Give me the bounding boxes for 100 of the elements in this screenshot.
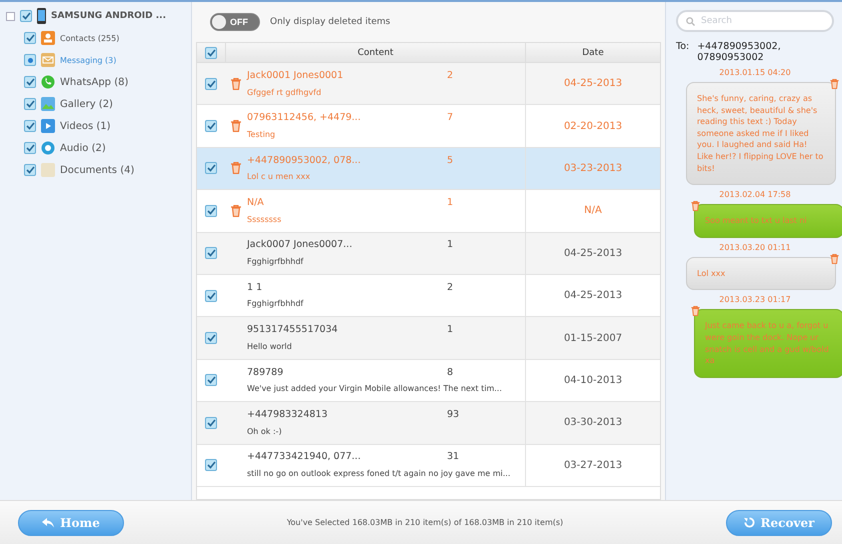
landscape-icon: [41, 97, 55, 111]
contact-name: 07963112456, +4479...: [247, 112, 362, 124]
message-time: 2013.02.04 17:58: [718, 190, 792, 200]
message-count: 5: [447, 154, 454, 166]
music-disc-icon: [41, 141, 55, 155]
back-arrow-icon: [42, 518, 54, 528]
contact-name: Jack0007 Jones0007...: [247, 239, 354, 250]
checkbox[interactable]: [205, 332, 217, 344]
search-icon: [686, 16, 695, 26]
checkbox[interactable]: [205, 290, 217, 302]
message-count: 7: [447, 112, 454, 124]
selection-status: You've Selected 168.03MB in 210 item(s) of 168.03MB in 210 item(s): [286, 518, 564, 527]
message-preview: Hello world: [247, 342, 292, 351]
date-cell: 04-25-2013: [525, 274, 660, 316]
play-icon: [41, 119, 55, 133]
message-count: 2: [447, 282, 454, 293]
message-time: 2013.01.15 04:20: [718, 68, 792, 77]
checkbox[interactable]: [205, 204, 217, 217]
checkbox[interactable]: [24, 32, 36, 44]
category-item[interactable]: Audio (2): [60, 142, 106, 154]
person-icon: [41, 31, 55, 45]
date-cell: N/A: [525, 190, 660, 232]
date-cell: 03-30-2013: [525, 402, 660, 444]
contact-name: +447983324813: [247, 408, 328, 420]
message-preview: Lol c u men xxx: [247, 172, 310, 182]
message-preview: Gfggef rt gdfhgvfd: [247, 88, 322, 97]
message-preview: Fgghigrfbhhdf: [247, 257, 304, 266]
date-cell: 04-25-2013: [525, 232, 660, 274]
message-count: 2: [447, 70, 454, 81]
message-time: 2013.03.20 01:11: [718, 242, 792, 252]
category-item[interactable]: Gallery (2): [60, 98, 113, 110]
message-count: 1: [447, 197, 454, 208]
message-time: 2013.03.23 01:17: [718, 295, 792, 304]
envelope-icon: [41, 53, 55, 67]
checkbox[interactable]: [205, 120, 217, 132]
message-bubble: Just came back to u a, forgot u were goin the dock. Nope ur snatch is cell and a gud w/bold xa: [694, 309, 842, 378]
date-cell: 02-20-2013: [525, 105, 660, 147]
table-row[interactable]: +447733421940, 077... 31 still no go on outlook express foned t/t again no joy gave me mi... 03-27-2013: [197, 444, 660, 487]
contact-name: N/A: [247, 197, 265, 208]
date-cell: 04-10-2013: [525, 360, 660, 402]
collapse-toggle[interactable]: [6, 12, 15, 20]
table-row[interactable]: +447983324813 93 Oh ok :-) 03-30-2013: [197, 402, 660, 445]
device-label[interactable]: SAMSUNG ANDROID ...: [51, 11, 166, 21]
message-count: 1: [447, 239, 454, 250]
category-item[interactable]: Documents (4): [60, 164, 134, 176]
message-count: 8: [447, 366, 454, 378]
message-preview: still no go on outlook express foned t/t again no joy gave me mi...: [247, 469, 510, 478]
contact-name: +447733421940, 077...: [247, 451, 362, 462]
category-item[interactable]: Contacts (255): [60, 34, 120, 42]
table-row[interactable]: 1 1 2 Fgghigrfbhhdf 04-25-2013: [197, 274, 660, 318]
table-row[interactable]: 789789 8 We've just added your Virgin Mobile allowances! The next tim... 04-10-2013: [197, 360, 660, 402]
smartphone-icon: [37, 8, 46, 24]
date-cell: 01-15-2007: [525, 317, 660, 359]
date-cell: 04-25-2013: [525, 63, 660, 104]
trash-icon: [231, 204, 241, 217]
trash-icon: [231, 162, 241, 174]
checkbox[interactable]: [205, 78, 217, 90]
message-bubble: Lol xxx: [686, 256, 836, 290]
checkbox[interactable]: [205, 374, 217, 386]
message-count: 93: [447, 408, 460, 420]
checkbox[interactable]: [24, 98, 36, 110]
message-bubble: Soo meant to txt u last ni: [694, 204, 842, 238]
date-cell: 03-27-2013: [525, 444, 660, 486]
message-preview: Testing: [247, 130, 276, 139]
contact-name: 1 1: [247, 282, 264, 293]
checkbox[interactable]: [24, 142, 36, 154]
date-cell: 03-23-2013: [525, 148, 660, 190]
checkbox[interactable]: [24, 164, 36, 176]
message-preview: Oh ok :-): [247, 426, 282, 436]
folder-icon: [41, 163, 55, 177]
phone-bubble-icon: [41, 75, 55, 89]
category-item[interactable]: WhatsApp (8): [60, 76, 128, 88]
message-preview: Ssssssss: [247, 214, 282, 224]
checkbox[interactable]: [205, 247, 217, 260]
trash-icon: [231, 120, 241, 132]
checkbox[interactable]: [205, 459, 217, 472]
checkbox[interactable]: [24, 76, 36, 88]
checkbox[interactable]: [20, 10, 32, 22]
contact-name: 789789: [247, 366, 284, 378]
column-header[interactable]: Date: [525, 43, 660, 62]
message-count: 31: [447, 451, 460, 462]
checkbox[interactable]: [24, 120, 36, 132]
message-bubble: She's funny, caring, crazy as heck, sweet, beautiful & she's reading this text :) Today someone asked me if I liked you. I laughed and said Ha! Like her!? I flipping LOVE her to bits!: [686, 82, 836, 186]
trash-icon: [231, 78, 241, 90]
checkbox[interactable]: [205, 416, 217, 429]
table-row[interactable]: Jack0007 Jones0007... 1 Fgghigrfbhhdf 04-25-2013: [197, 232, 660, 275]
recipients: +447890953002, 07890953002: [697, 41, 782, 63]
contact-name: +447890953002, 078...: [247, 154, 362, 166]
toggle-switch[interactable]: OFF: [210, 13, 260, 31]
table-row[interactable]: 951317455517034 1 Hello world 01-15-2007: [197, 317, 660, 360]
checkbox[interactable]: [24, 54, 36, 66]
column-header[interactable]: Content: [225, 43, 525, 62]
category-item[interactable]: Videos (1): [60, 120, 111, 132]
message-count: 1: [447, 324, 454, 336]
to-label: To:: [676, 41, 690, 54]
toggle-caption: Only display deleted items: [270, 17, 390, 27]
checkbox[interactable]: [205, 162, 217, 174]
message-preview: Fgghigrfbhhdf: [247, 299, 304, 308]
message-preview: We've just added your Virgin Mobile allowances! The next tim...: [247, 384, 502, 394]
checkbox[interactable]: [205, 46, 217, 58]
